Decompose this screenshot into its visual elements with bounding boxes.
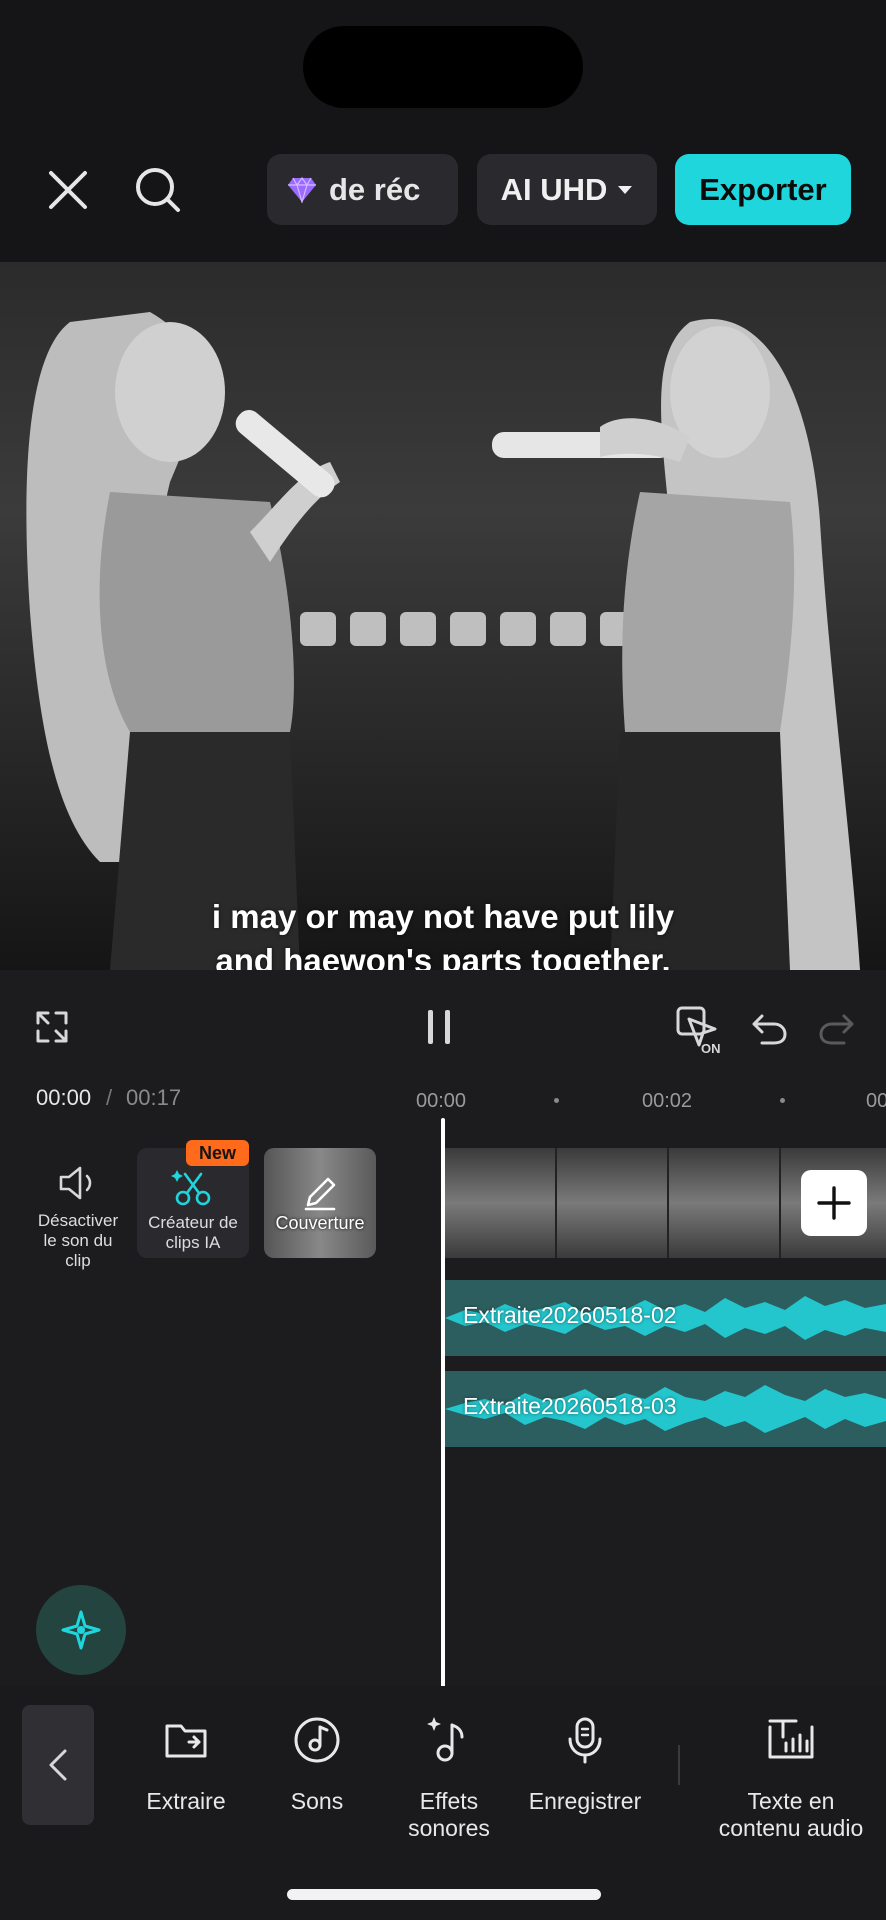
current-time: 00:00: [36, 1085, 92, 1110]
chevron-left-icon: [49, 1749, 67, 1781]
video-frame: [445, 1148, 557, 1258]
undo-icon: [752, 1014, 787, 1045]
search-icon: [136, 168, 180, 212]
quality-dropdown[interactable]: AI UHD: [477, 154, 657, 225]
tool-sounds[interactable]: Sons: [274, 1710, 360, 1815]
audio-track[interactable]: Extraite20260518-03: [445, 1371, 886, 1447]
svg-text:ON: ON: [701, 1041, 721, 1055]
audio-track[interactable]: Extraite20260518-02: [445, 1280, 886, 1356]
mute-clip-label: Désactiver le son du clip: [37, 1211, 119, 1270]
ruler-dot: [780, 1098, 785, 1103]
video-frame: [557, 1148, 669, 1258]
search-button[interactable]: [128, 160, 188, 220]
ai-assistant-button[interactable]: [36, 1585, 126, 1675]
promo-pill[interactable]: de réc: [267, 154, 458, 225]
caret-down-icon: [618, 185, 633, 194]
video-preview[interactable]: [0, 262, 886, 970]
export-label: Exporter: [699, 171, 827, 207]
preview-on-icon: ON: [676, 1006, 721, 1055]
dynamic-island: [303, 26, 583, 108]
preview-toggle-button[interactable]: ON: [674, 1004, 726, 1056]
speaker-icon: [59, 1166, 92, 1200]
diamond-icon: [288, 176, 316, 203]
scissors-icon: [171, 1170, 211, 1206]
export-button[interactable]: Exporter: [675, 154, 851, 225]
edit-pencil-icon: [304, 1177, 336, 1210]
close-icon: [49, 171, 87, 209]
time-separator: /: [106, 1085, 113, 1110]
ai-clip-label: Créateur de clips IA: [148, 1213, 238, 1252]
cover-button[interactable]: Couverture: [264, 1148, 376, 1258]
quality-label: AI UHD: [500, 171, 608, 207]
fullscreen-button[interactable]: [30, 1005, 74, 1049]
home-indicator[interactable]: [287, 1889, 601, 1900]
mute-clip-button[interactable]: Désactiver le son du clip: [30, 1155, 126, 1271]
plus-icon: [817, 1186, 851, 1220]
redo-button[interactable]: [816, 1008, 858, 1050]
sparkle-note-icon: [427, 1717, 464, 1762]
tool-extract[interactable]: Extraire: [138, 1710, 234, 1815]
tool-label: Effets sonores: [408, 1788, 490, 1841]
back-button[interactable]: [22, 1705, 94, 1825]
ruler-dot: [554, 1098, 559, 1103]
video-frame: [669, 1148, 781, 1258]
undo-button[interactable]: [748, 1008, 790, 1050]
new-badge: New: [186, 1140, 249, 1166]
ruler-label: 00:0: [866, 1090, 886, 1112]
text-to-audio-icon: [768, 1719, 814, 1759]
fullscreen-icon: [36, 1011, 68, 1043]
ruler-label: 00:00: [416, 1090, 467, 1112]
pause-button[interactable]: [428, 1010, 460, 1048]
tool-sound-effects[interactable]: Effets sonores: [396, 1710, 502, 1842]
tool-label: Sons: [290, 1788, 344, 1814]
tool-label: Enregistrer: [528, 1788, 642, 1814]
tool-label: Extraire: [146, 1788, 226, 1814]
tool-text-to-audio[interactable]: Texte en contenu audio: [706, 1710, 876, 1842]
cover-label: Couverture: [275, 1212, 365, 1233]
close-button[interactable]: [38, 160, 98, 220]
playhead[interactable]: [441, 1118, 445, 1688]
tool-record[interactable]: Enregistrer: [520, 1710, 650, 1815]
microphone-icon: [568, 1717, 602, 1764]
ruler-label: 00:02: [642, 1090, 693, 1112]
total-time: 00:17: [126, 1085, 182, 1110]
ai-sparkle-icon: [61, 1610, 101, 1650]
tool-label: Texte en contenu audio: [718, 1788, 864, 1841]
promo-text: de réc: [329, 171, 421, 207]
performers-image: [26, 312, 860, 970]
folder-icon: [165, 1724, 207, 1758]
add-clip-button[interactable]: [801, 1170, 867, 1236]
pause-icon: [428, 1010, 433, 1044]
redo-icon: [819, 1014, 854, 1045]
audio-track-name: Extraite20260518-02: [463, 1302, 677, 1328]
toolbar-divider: [678, 1745, 680, 1785]
audio-track-name: Extraite20260518-03: [463, 1393, 677, 1419]
music-disc-icon: [294, 1717, 340, 1763]
